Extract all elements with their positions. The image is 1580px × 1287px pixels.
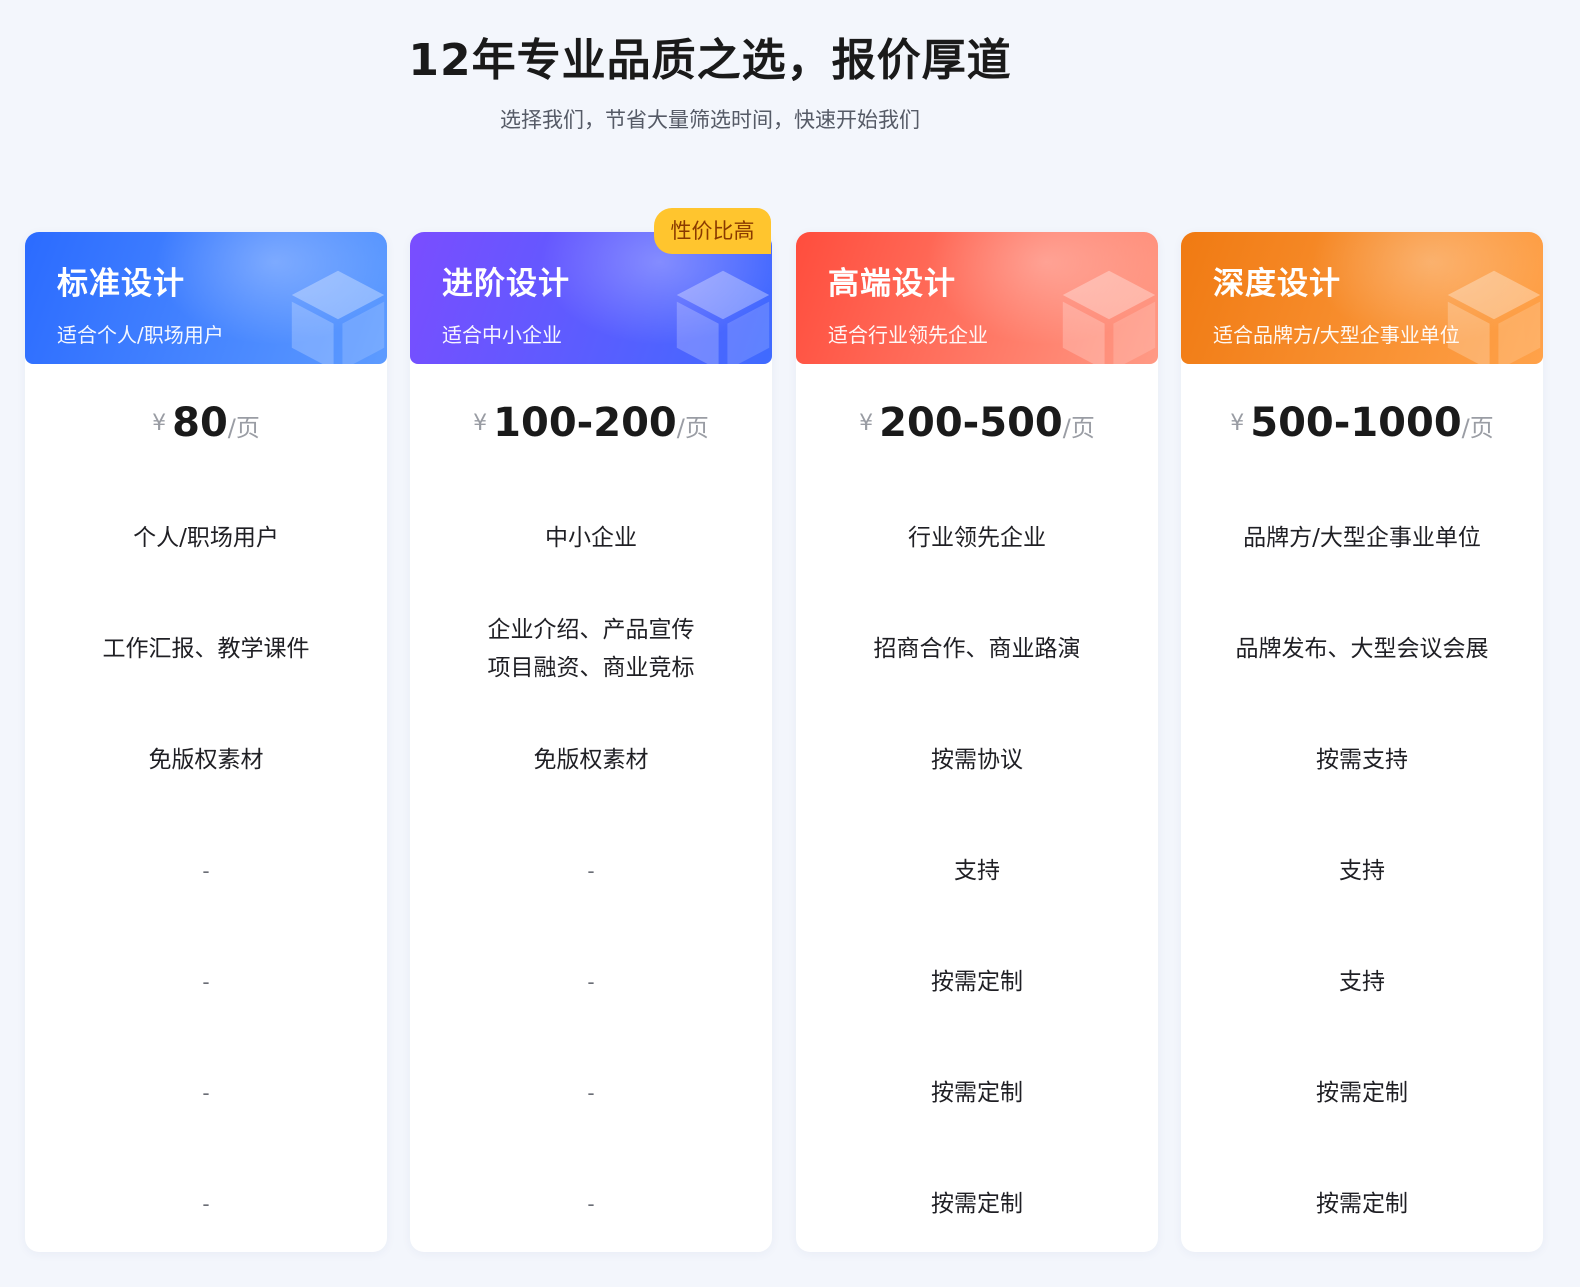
price-unit: /页 (1062, 414, 1095, 442)
price-amount: 80 (172, 400, 228, 446)
plan-title: 进阶设计 (442, 266, 570, 302)
page-subtitle: 选择我们，节省大量筛选时间，快速开始我们 (500, 108, 920, 132)
feature-row: 免版权素材 (533, 746, 649, 773)
plan-header: 高端设计 适合行业领先企业 (796, 232, 1158, 364)
feature-row: 按需定制 (931, 1190, 1023, 1217)
plan-card-standard[interactable]: 标准设计 适合个人/职场用户 ¥80/页 个人/职场用户 工作汇报、教学课件 免… (25, 232, 387, 1252)
feature-row: - (202, 1080, 210, 1105)
feature-row: - (587, 1191, 595, 1216)
plan-desc: 适合中小企业 (442, 323, 562, 347)
feature-row: 支持 (954, 857, 1000, 884)
feature-row: 按需协议 (931, 746, 1023, 773)
page-title: 12年专业品质之选，报价厚道 (408, 35, 1012, 86)
feature-row: 免版权素材 (148, 746, 264, 773)
plan-title: 标准设计 (57, 266, 185, 302)
feature-row: 支持 (1339, 857, 1385, 884)
feature-row: 按需定制 (1316, 1190, 1408, 1217)
plan-price: ¥80/页 (25, 400, 387, 446)
plan-price: ¥200-500/页 (796, 400, 1158, 446)
plan-header: 标准设计 适合个人/职场用户 (25, 232, 387, 364)
pricing-page: 12年专业品质之选，报价厚道 选择我们，节省大量筛选时间，快速开始我们 性价比高… (0, 0, 1580, 1287)
feature-list: 品牌方/大型企事业单位 品牌发布、大型会议会展 按需支持 支持 支持 按需定制 … (1181, 482, 1543, 1259)
feature-row: - (202, 969, 210, 994)
plan-title: 高端设计 (828, 266, 956, 302)
plan-price: ¥100-200/页 (410, 400, 772, 446)
feature-row: 工作汇报、教学课件 (102, 635, 310, 662)
feature-row: - (202, 1191, 210, 1216)
feature-row: 品牌方/大型企事业单位 (1243, 524, 1481, 551)
plan-card-deep[interactable]: 深度设计 适合品牌方/大型企事业单位 ¥500-1000/页 品牌方/大型企事业… (1181, 232, 1543, 1252)
feature-row: 中小企业 (545, 524, 637, 551)
plan-card-premium[interactable]: 高端设计 适合行业领先企业 ¥200-500/页 行业领先企业 招商合作、商业路… (796, 232, 1158, 1252)
feature-list: 行业领先企业 招商合作、商业路演 按需协议 支持 按需定制 按需定制 按需定制 (796, 482, 1158, 1259)
feature-row: - (587, 858, 595, 883)
currency-symbol: ¥ (1230, 411, 1245, 436)
price-unit: /页 (676, 414, 709, 442)
plan-title: 深度设计 (1213, 266, 1341, 302)
price-unit: /页 (227, 414, 260, 442)
feature-row: 品牌发布、大型会议会展 (1235, 635, 1489, 662)
feature-line: 企业介绍、产品宣传 (487, 616, 695, 643)
feature-row: 按需定制 (931, 1079, 1023, 1106)
plan-card-advanced[interactable]: 进阶设计 适合中小企业 ¥100-200/页 中小企业 企业介绍、产品宣传 项目… (410, 232, 772, 1252)
currency-symbol: ¥ (473, 411, 488, 436)
value-badge: 性价比高 (654, 208, 771, 254)
feature-row: 按需定制 (931, 968, 1023, 995)
feature-row: - (202, 858, 210, 883)
feature-row: 支持 (1339, 968, 1385, 995)
price-unit: /页 (1461, 414, 1494, 442)
plan-desc: 适合个人/职场用户 (57, 323, 224, 347)
feature-row: 企业介绍、产品宣传 项目融资、商业竞标 (410, 593, 772, 704)
feature-row: 按需定制 (1316, 1079, 1408, 1106)
feature-list: 中小企业 企业介绍、产品宣传 项目融资、商业竞标 免版权素材 - - - - (410, 482, 772, 1259)
plan-header: 深度设计 适合品牌方/大型企事业单位 (1181, 232, 1543, 364)
feature-line: 项目融资、商业竞标 (487, 654, 695, 681)
price-amount: 500-1000 (1250, 400, 1462, 446)
plan-desc: 适合行业领先企业 (828, 323, 988, 347)
price-amount: 200-500 (879, 400, 1063, 446)
feature-row: 招商合作、商业路演 (873, 635, 1081, 662)
plan-desc: 适合品牌方/大型企事业单位 (1213, 323, 1460, 347)
price-amount: 100-200 (493, 400, 677, 446)
feature-row: 行业领先企业 (908, 524, 1046, 551)
currency-symbol: ¥ (859, 411, 874, 436)
feature-row: 个人/职场用户 (133, 524, 279, 551)
currency-symbol: ¥ (152, 411, 167, 436)
plan-price: ¥500-1000/页 (1181, 400, 1543, 446)
feature-row: 按需支持 (1316, 746, 1408, 773)
feature-row: - (587, 1080, 595, 1105)
feature-list: 个人/职场用户 工作汇报、教学课件 免版权素材 - - - - (25, 482, 387, 1259)
feature-row: - (587, 969, 595, 994)
